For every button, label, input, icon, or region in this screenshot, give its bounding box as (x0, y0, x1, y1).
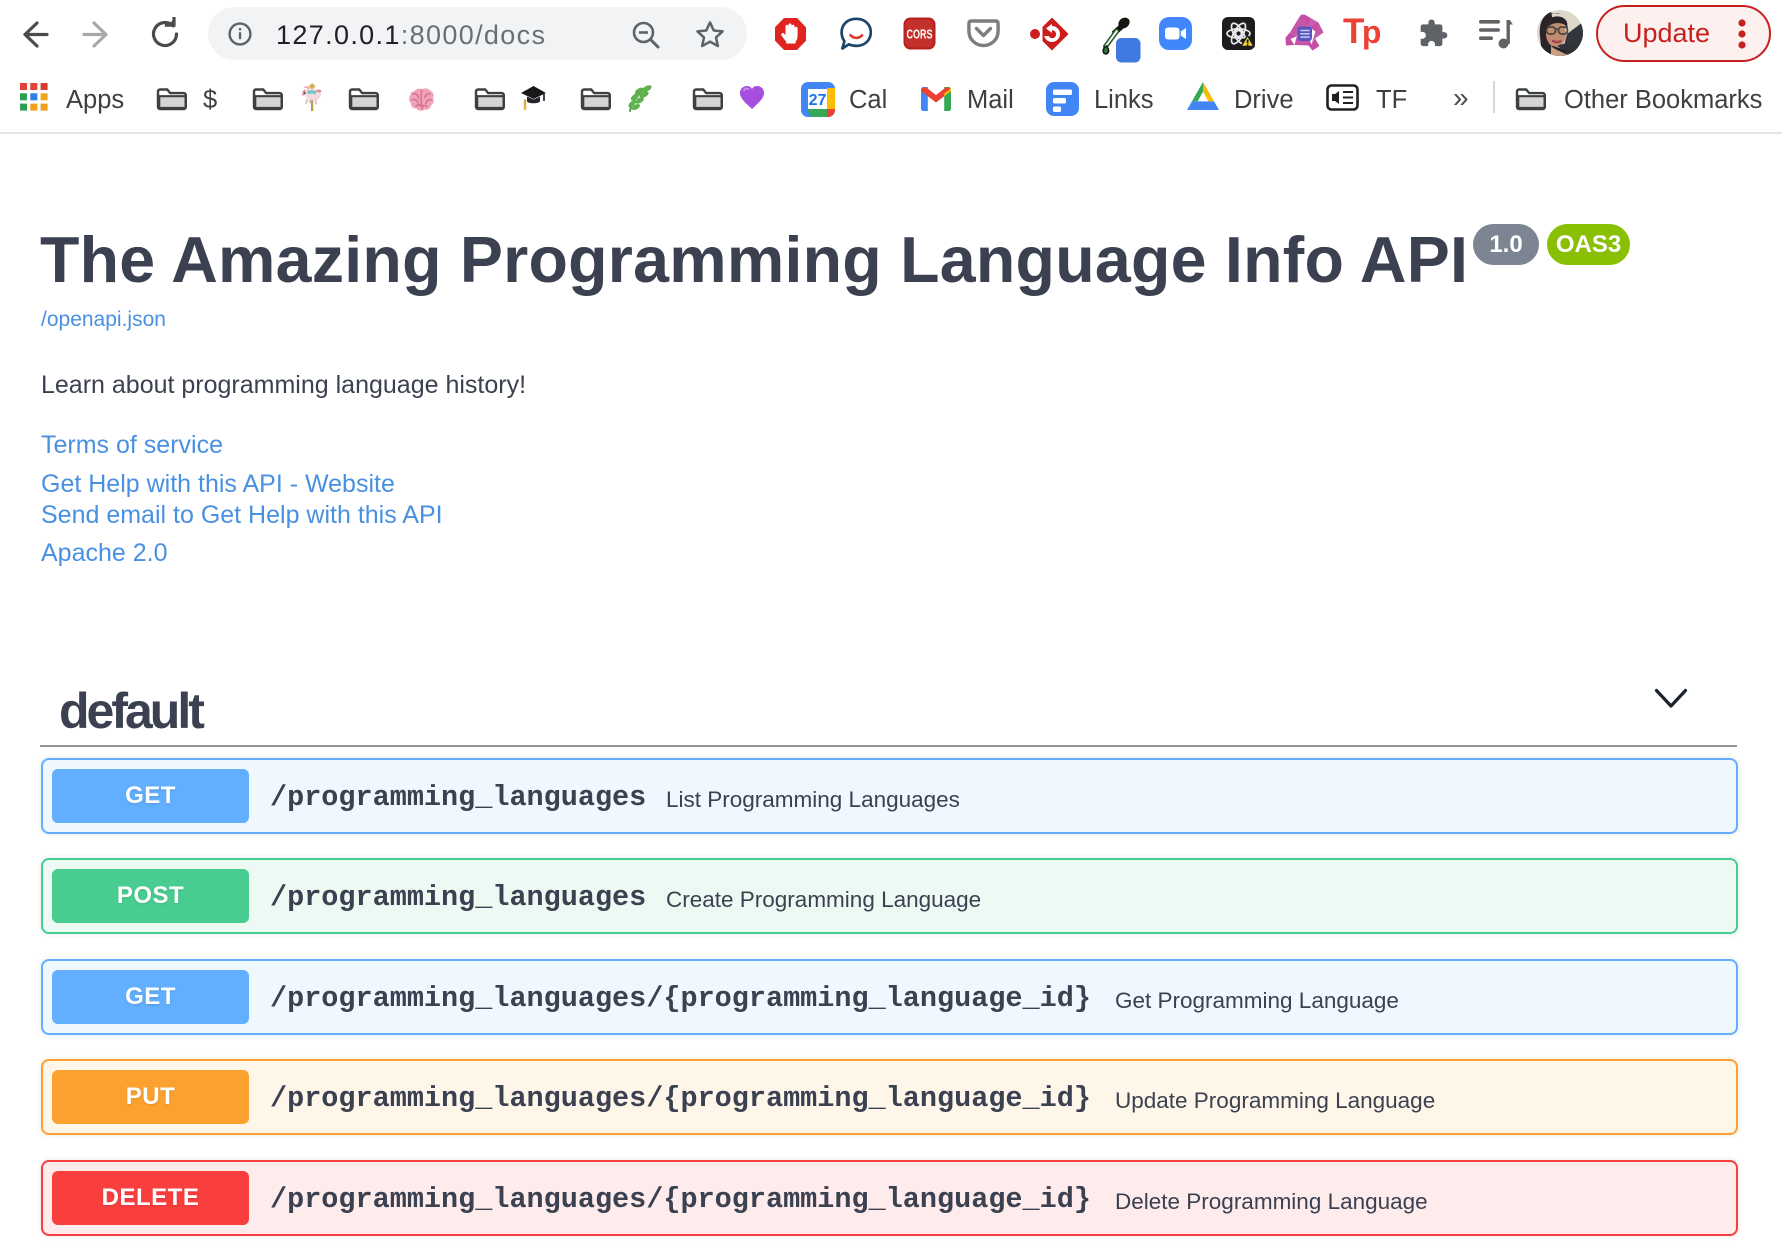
svg-text:27: 27 (809, 92, 827, 109)
svg-text:CORS: CORS (907, 28, 933, 42)
